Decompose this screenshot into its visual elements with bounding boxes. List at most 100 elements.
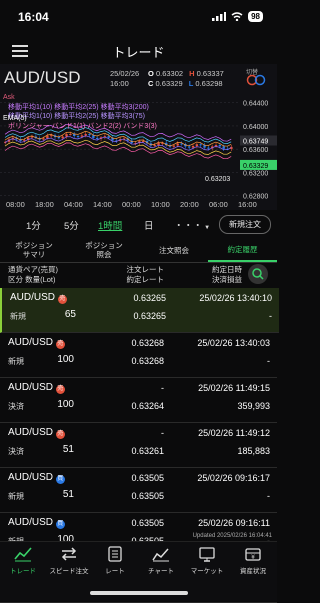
tab-position-summary[interactable]: ポジション サマリ [0, 238, 68, 262]
table-row[interactable]: AUD/USD 売新規 100 0.63268 0.63268 25/02/26 13:… [0, 333, 277, 378]
timeframe-5min[interactable]: 5分 [64, 218, 79, 232]
candle-body [50, 135, 53, 137]
nav-label: トレード [10, 568, 36, 575]
pair-label: AUD/USD [10, 292, 56, 303]
x-tick-label: 18:00 [35, 200, 54, 209]
table-row[interactable]: AUD/USD 売新規 65 0.63265 0.63265 25/02/26 13:4… [0, 288, 279, 333]
svg-text:¥: ¥ [251, 554, 255, 561]
row-order-rate: - [161, 428, 164, 438]
row-datetime: 25/02/26 09:16:11 [198, 518, 270, 528]
updated-timestamp: Updated 2025/02/26 16:04:41 [192, 533, 272, 539]
candle-body [107, 136, 110, 138]
market-icon [199, 547, 215, 562]
nav-trade[interactable]: トレード [0, 546, 46, 575]
row-pair: AUD/USD 買 [8, 517, 65, 529]
side-badge: 売 [55, 430, 65, 439]
row-pl: - [267, 491, 270, 501]
header-pl: 決済損益 [212, 275, 242, 284]
tab-order-inquiry[interactable]: 注文照会 [140, 238, 208, 262]
chart-pair: AUD/USD [4, 68, 81, 87]
row-lots: 65 [64, 309, 76, 320]
row-pl: - [267, 356, 270, 366]
nav-rate[interactable]: レート [92, 546, 138, 575]
tab-label-line2: 照会 [96, 250, 112, 259]
row-fill-rate: 0.63261 [131, 446, 164, 456]
timeframe-day[interactable]: 日 [144, 218, 154, 232]
candle-body [42, 138, 45, 140]
chart-date: 25/02/26 [110, 69, 140, 78]
candle-body [69, 134, 72, 136]
y-tick-label: 0.63600 [243, 147, 268, 154]
list-header: 通貨ペア(売買) 区分 数量(Lot) 注文レート 約定レート 約定日時 決済損… [0, 263, 277, 287]
navigation-bar: トレード [0, 34, 277, 64]
indicator-row-3: ボリンジャー バンド1(1) バンド2(2) バンド3(3) [8, 123, 157, 130]
row-fill-rate: 0.63268 [131, 356, 164, 366]
timeframe-more-label: ・・・ [174, 221, 203, 232]
header-pair: 通貨ペア(売買) [8, 265, 58, 274]
candle-body [218, 145, 222, 147]
candle-body [88, 133, 91, 136]
row-pair: AUD/USD 売 [8, 382, 65, 394]
new-order-button[interactable]: 新規注文 [219, 215, 271, 234]
row-fill-rate: 0.63264 [131, 401, 164, 411]
search-button[interactable] [248, 264, 268, 284]
row-pair: AUD/USD 売 [8, 427, 65, 439]
nav-speed-order[interactable]: スピード注文 [46, 546, 92, 575]
side-badge: 売 [55, 340, 65, 349]
candle-body [80, 135, 84, 137]
y-tick-label: 0.64400 [243, 101, 268, 108]
pair-label: AUD/USD [8, 427, 54, 438]
row-datetime: 25/02/26 09:16:17 [197, 473, 270, 483]
low-label: L [188, 79, 194, 88]
row-order-rate: - [161, 383, 164, 393]
low-value: 0.63298 [195, 79, 223, 88]
status-icons: 98 [212, 11, 263, 22]
wifi-icon [231, 12, 243, 21]
row-lots: 51 [62, 489, 74, 500]
row-lots: 100 [57, 354, 74, 365]
timeframe-1min[interactable]: 1分 [26, 218, 41, 232]
pair-label: AUD/USD [8, 337, 54, 348]
candle-body [65, 134, 68, 137]
nav-chart[interactable]: チャート [138, 546, 184, 575]
open-value: 0.63302 [155, 69, 184, 78]
table-row[interactable]: AUD/USD 買新規 51 0.63505 0.63505 25/02/26 09:1… [0, 468, 277, 513]
trade-icon [14, 547, 32, 562]
pair-label: AUD/USD [8, 382, 54, 393]
candle-body [84, 133, 87, 136]
row-lots: 100 [57, 399, 74, 410]
table-row[interactable]: AUD/USD 売決済 51 - 0.63261 25/02/26 11:49:12 18… [0, 423, 277, 468]
table-row[interactable]: AUD/USD 売決済 100 - 0.63264 25/02/26 11:49:15 3… [0, 378, 277, 423]
timeframe-1hour[interactable]: 1時間 [98, 218, 122, 232]
chart-time: 16:00 [110, 79, 129, 88]
row-kind: 決済 [8, 402, 24, 411]
home-indicator [90, 591, 188, 595]
side-badge: 売 [57, 295, 67, 304]
nav-assets[interactable]: ¥ 資産状況 [230, 546, 276, 575]
assets-icon: ¥ [245, 548, 261, 561]
row-order-rate: 0.63265 [133, 293, 166, 303]
candle-body [222, 146, 225, 149]
candle-body [96, 137, 99, 139]
status-time: 16:04 [18, 10, 49, 24]
tab-execution-history[interactable]: 約定履歴 [208, 238, 277, 262]
row-lots: 51 [62, 444, 74, 455]
high-label: H [189, 69, 195, 78]
chart-datetime: 25/02/26 16:00 [110, 69, 139, 89]
side-badge: 売 [55, 385, 65, 394]
ask-label: Ask [3, 94, 15, 101]
switch-icon[interactable] [244, 74, 268, 86]
row-order-rate: 0.63268 [131, 338, 164, 348]
status-bar: 16:04 98 [0, 0, 277, 32]
x-tick-label: 14:00 [93, 200, 112, 209]
x-tick-label: 16:00 [238, 200, 257, 209]
nav-market[interactable]: マーケット [184, 546, 230, 575]
page-title: トレード [112, 45, 165, 60]
tab-label-line1: ポジション [85, 241, 123, 250]
price-tag-last: 0.63329 [243, 163, 268, 170]
tab-position-inquiry[interactable]: ポジション 照会 [68, 238, 140, 262]
header-fill-rate: 約定レート [126, 275, 165, 284]
x-tick-label: 04:00 [64, 200, 83, 209]
x-tick-label: 08:00 [6, 200, 25, 209]
timeframe-more[interactable]: ・・・ ▼ [174, 218, 210, 232]
